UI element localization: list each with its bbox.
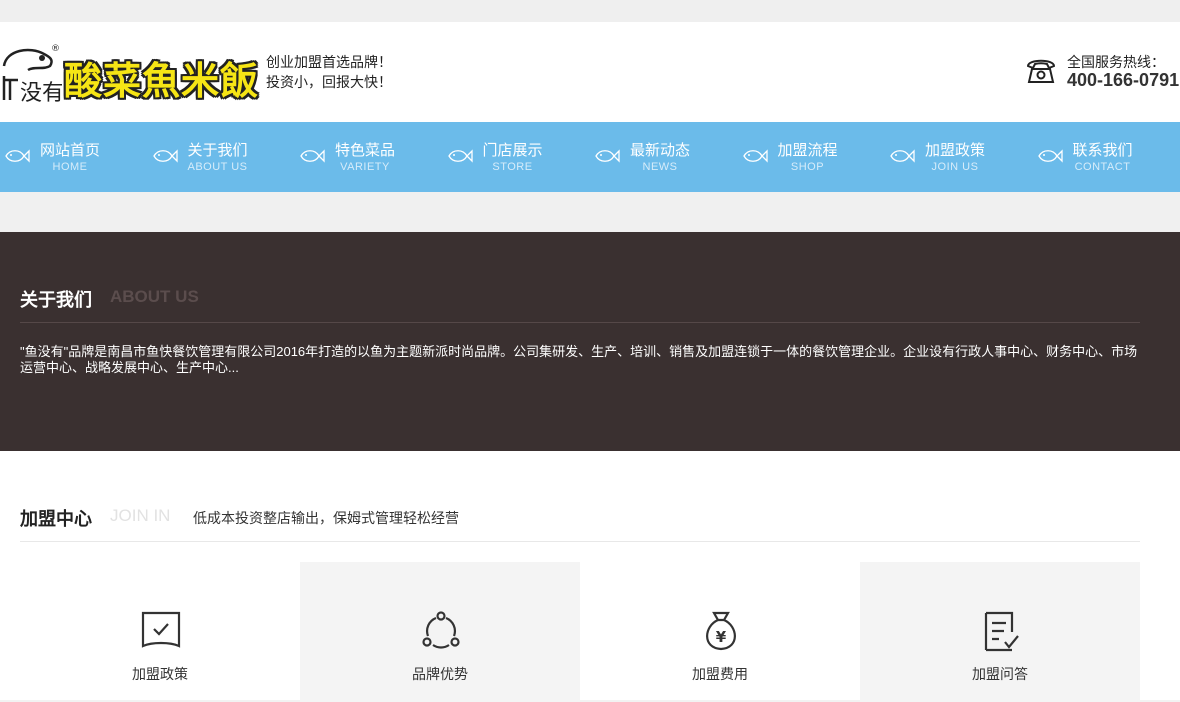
nav-label: 加盟流程 [738, 139, 878, 160]
nav-label: 加盟政策 [885, 139, 1025, 160]
nav-item-shop[interactable]: 加盟流程 SHOP [738, 122, 886, 192]
hotline: 全国服务热线： 400-166-0791 [1025, 52, 1180, 96]
about-section: 关于我们 ABOUT US "鱼没有"品牌是南昌市鱼快餐饮管理有限公司2016年… [0, 232, 1180, 451]
nav-sublabel: STORE [443, 161, 583, 173]
nav-label: 联系我们 [1033, 139, 1173, 160]
join-subtitle: 低成本投资整店输出，保姆式管理轻松经营 [193, 508, 459, 528]
site-header: 没有 ® 酸菜魚米飯 创业加盟首选品牌！ 投资小，回报大快！ 全国服务热线： 4… [0, 22, 1180, 122]
logo-mark-text: 没有 [20, 81, 62, 104]
card-brand-advantage[interactable]: 品牌优势 [300, 562, 580, 702]
divider [20, 322, 1140, 323]
checklist-icon [980, 610, 1022, 652]
card-label: 加盟费用 [580, 664, 860, 684]
hotline-label: 全国服务热线： [1067, 52, 1165, 72]
nav-label: 最新动态 [590, 139, 730, 160]
nav-sublabel: HOME [0, 161, 140, 173]
nav-sublabel: ABOUT US [148, 161, 288, 173]
join-title-en: JOIN IN [110, 506, 170, 526]
nav-label: 关于我们 [148, 139, 288, 160]
nav-item-news[interactable]: 最新动态 NEWS [590, 122, 738, 192]
nav-label: 网站首页 [0, 139, 140, 160]
card-label: 加盟政策 [20, 664, 300, 684]
main-nav: 网站首页 HOME 关于我们 ABOUT US 特色菜品 VARIETY 门店展… [0, 122, 1180, 192]
slogan-line-1: 创业加盟首选品牌！ [266, 52, 392, 72]
logo-text[interactable]: 酸菜魚米飯 [64, 50, 259, 105]
card-label: 品牌优势 [300, 664, 580, 684]
nav-sublabel: CONTACT [1033, 161, 1173, 173]
network-cycle-icon [420, 610, 462, 652]
hotline-number[interactable]: 400-166-0791 [1067, 70, 1179, 91]
nav-item-store[interactable]: 门店展示 STORE [443, 122, 591, 192]
nav-label: 门店展示 [443, 139, 583, 160]
nav-sublabel: NEWS [590, 161, 730, 173]
card-join-faq[interactable]: 加盟问答 [860, 562, 1140, 702]
nav-item-variety[interactable]: 特色菜品 VARIETY [295, 122, 443, 192]
nav-item-contact[interactable]: 联系我们 CONTACT [1033, 122, 1180, 192]
about-title: 关于我们 [20, 286, 92, 312]
nav-sublabel: JOIN US [885, 161, 1025, 173]
card-join-fee[interactable]: ¥ 加盟费用 [580, 562, 860, 702]
slogan-line-2: 投资小，回报大快！ [266, 72, 392, 92]
join-cards: 加盟政策 品牌优势 ¥ 加盟费用 [20, 562, 1140, 702]
shield-check-icon [140, 610, 182, 652]
join-section: 加盟中心 JOIN IN 低成本投资整店输出，保姆式管理轻松经营 加盟政策 品牌… [0, 451, 1180, 700]
card-label: 加盟问答 [860, 664, 1140, 684]
svg-text:¥: ¥ [716, 628, 727, 646]
logo-fish-mark-icon[interactable]: 没有 ® [0, 40, 62, 104]
nav-sublabel: VARIETY [295, 161, 435, 173]
slogan: 创业加盟首选品牌！ 投资小，回报大快！ [266, 52, 392, 92]
nav-sublabel: SHOP [738, 161, 878, 173]
about-title-en: ABOUT US [110, 287, 199, 307]
nav-label: 特色菜品 [295, 139, 435, 160]
nav-item-join-us[interactable]: 加盟政策 JOIN US [885, 122, 1033, 192]
divider [20, 541, 1140, 542]
nav-item-home[interactable]: 网站首页 HOME [0, 122, 148, 192]
nav-item-about[interactable]: 关于我们 ABOUT US [148, 122, 296, 192]
pattern-band [0, 192, 1180, 232]
top-pattern-strip [0, 0, 1180, 22]
join-title: 加盟中心 [20, 505, 92, 531]
card-join-policy[interactable]: 加盟政策 [20, 562, 300, 702]
money-bag-icon: ¥ [700, 610, 742, 652]
registered-mark: ® [51, 44, 60, 54]
telephone-icon [1025, 54, 1057, 86]
about-text[interactable]: "鱼没有"品牌是南昌市鱼快餐饮管理有限公司2016年打造的以鱼为主题新派时尚品牌… [20, 344, 1145, 376]
